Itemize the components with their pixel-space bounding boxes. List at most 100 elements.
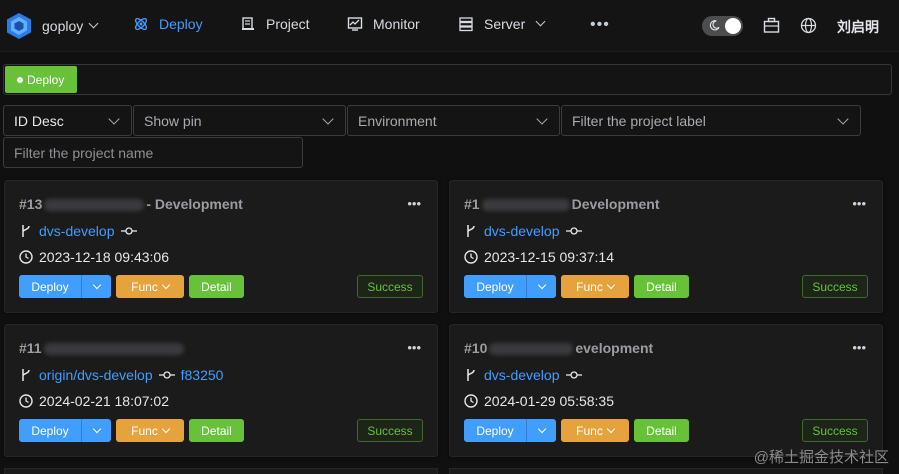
branch-link[interactable]: origin/dvs-develop [39,367,153,383]
commit-icon [565,227,582,235]
chevron-down-icon [161,280,171,289]
toolbox-icon[interactable] [763,17,780,34]
chevron-down-icon [606,280,616,289]
redacted-name [43,343,184,356]
deploy-dropdown-button[interactable] [526,275,556,298]
project-card-partial [4,468,438,474]
tag-bar: Deploy [3,64,892,95]
card-more-icon[interactable]: ••• [407,340,421,355]
status-badge: Success [802,275,868,298]
chevron-down-icon [537,280,546,289]
nav-label-monitor: Monitor [373,16,420,32]
goploy-logo-icon [7,13,31,39]
chevron-down-icon [537,424,546,433]
deploy-dropdown-button[interactable] [81,275,111,298]
func-button[interactable]: Func [561,275,629,298]
theme-toggle[interactable] [702,16,743,36]
func-label: Func [576,423,603,438]
nav-item-server[interactable]: Server [458,16,546,32]
card-more-icon[interactable]: ••• [407,196,421,211]
chevron-down-icon [322,113,334,125]
detail-button[interactable]: Detail [634,419,689,442]
chevron-down-icon [88,18,99,28]
chevron-down-icon [108,113,120,125]
branch-line: dvs-develop [464,223,588,239]
func-button[interactable]: Func [116,419,184,442]
branch-link[interactable]: dvs-develop [484,367,560,383]
deploy-dropdown-button[interactable] [81,419,111,442]
pin-select[interactable]: Show pin [133,105,346,136]
chevron-down-icon [92,280,101,289]
brand-name: goploy [42,18,84,34]
sort-select[interactable]: ID Desc [3,105,132,136]
nav-item-monitor[interactable]: Monitor [347,16,420,32]
commit-link[interactable]: f83250 [181,367,224,383]
branch-line: origin/dvs-develop f83250 [19,367,223,383]
card-more-icon[interactable]: ••• [852,340,866,355]
chevron-down-icon [92,424,101,433]
project-id: #1 [464,196,480,212]
detail-button[interactable]: Detail [189,419,244,442]
deploy-button[interactable]: Deploy [19,419,81,442]
environment-select[interactable]: Environment [347,105,560,136]
deploy-button[interactable]: Deploy [19,275,81,298]
card-actions: Deploy Func Detail [19,419,244,442]
func-button[interactable]: Func [116,275,184,298]
deploy-button[interactable]: Deploy [464,419,526,442]
redacted-name [44,199,145,212]
deploy-dropdown-button[interactable] [526,419,556,442]
commit-icon [565,371,582,379]
branch-link[interactable]: dvs-develop [484,223,560,239]
nav-label-project: Project [266,16,310,32]
commit-icon [120,227,137,235]
brand[interactable]: goploy [6,12,99,40]
func-button[interactable]: Func [561,419,629,442]
chevron-down-icon [536,113,548,125]
project-card: #11 ••• origin/dvs-develop f83250 2024-0… [4,324,438,457]
branch-icon [22,225,30,237]
more-menu-icon[interactable]: ••• [590,16,610,34]
nav-item-project[interactable]: Project [240,16,310,32]
project-card: #13 - Development ••• dvs-develop 2023-12… [4,180,438,313]
branch-icon [467,369,475,381]
project-icon [242,17,254,30]
monitor-icon [347,17,363,31]
project-name-input[interactable]: Filter the project name [3,137,303,168]
project-id: #13 [19,196,43,212]
project-card-partial [449,468,883,474]
clock-icon [19,394,33,408]
clock-icon [464,394,478,408]
toggle-knob [725,18,741,34]
card-actions: Deploy Func Detail [464,275,689,298]
branch-line: dvs-develop [464,367,588,383]
project-card-title: #1 Development [464,196,660,212]
redacted-name [489,343,574,356]
clock-icon [19,250,33,264]
project-card: #10 evelopment ••• dvs-develop 2024-01-29… [449,324,883,457]
branch-link[interactable]: dvs-develop [39,223,115,239]
card-more-icon[interactable]: ••• [852,196,866,211]
pin-select-placeholder: Show pin [144,112,202,129]
top-navbar: goploy Deploy Project Monitor Server •••… [0,0,899,52]
chevron-down-icon [535,16,546,26]
time-line: 2024-01-29 05:58:35 [464,393,614,409]
nav-item-deploy[interactable]: Deploy [133,16,203,32]
deploy-time: 2024-02-21 18:07:02 [39,393,169,409]
deploy-icon [134,17,148,31]
tag-dot-icon [17,76,23,83]
language-globe-icon[interactable] [800,17,817,34]
detail-button[interactable]: Detail [189,275,244,298]
user-name[interactable]: 刘启明 [837,17,879,37]
commit-icon [158,371,175,379]
project-card-title: #11 [19,340,186,356]
detail-button[interactable]: Detail [634,275,689,298]
status-badge: Success [802,419,868,442]
deploy-tag-label: Deploy [27,72,65,87]
deploy-tag[interactable]: Deploy [5,66,77,93]
time-line: 2024-02-21 18:07:02 [19,393,169,409]
project-label-placeholder: Filter the project label [572,112,706,129]
project-label-select[interactable]: Filter the project label [561,105,861,136]
project-env: evelopment [575,340,654,356]
deploy-button[interactable]: Deploy [464,275,526,298]
project-env: Development [571,196,660,212]
